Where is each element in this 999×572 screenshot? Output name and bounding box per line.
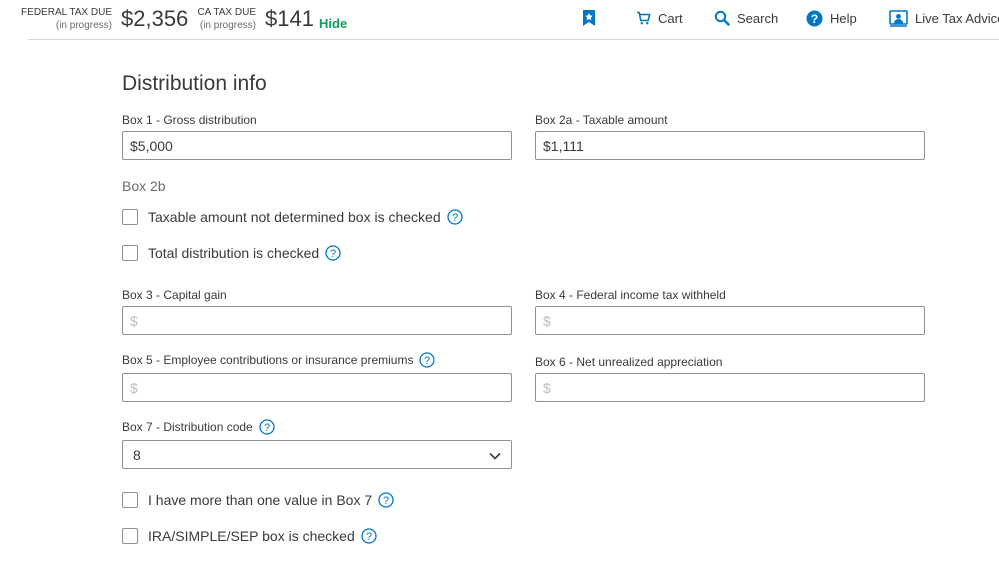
cart-button[interactable]: Cart — [636, 8, 683, 28]
question-mark-icon[interactable]: ? — [259, 419, 275, 435]
more-than-one-value-checkbox[interactable] — [122, 492, 138, 508]
taxable-not-determined-row: Taxable amount not determined box is che… — [122, 209, 463, 225]
ca-tax-title: CA TAX DUE — [197, 7, 256, 18]
cart-label: Cart — [658, 10, 683, 26]
box1-gross-distribution-input[interactable] — [122, 131, 512, 160]
total-distribution-label: Total distribution is checked — [148, 245, 320, 261]
taxable-not-determined-label: Taxable amount not determined box is che… — [148, 209, 441, 225]
svg-text:?: ? — [424, 355, 430, 367]
chevron-down-icon — [489, 447, 501, 463]
box1-label: Box 1 - Gross distribution — [122, 113, 257, 127]
box5-employee-contributions-input[interactable] — [122, 373, 512, 402]
live-tax-advice-label: Live Tax Advice — [915, 10, 999, 26]
search-button[interactable]: Search — [714, 8, 778, 28]
box7-label: Box 7 - Distribution code — [122, 420, 253, 434]
svg-text:?: ? — [452, 212, 458, 224]
federal-tax-amount: $2,356 — [121, 6, 189, 31]
box7-selected-value: 8 — [133, 446, 141, 463]
svg-text:?: ? — [264, 422, 270, 434]
live-advice-icon — [889, 9, 908, 27]
ira-simple-sep-checkbox[interactable] — [122, 528, 138, 544]
svg-text:?: ? — [330, 248, 336, 260]
box6-net-unrealized-appreciation-input[interactable] — [535, 373, 925, 402]
question-mark-icon[interactable]: ? — [361, 528, 377, 544]
hide-tax-link[interactable]: Hide — [319, 16, 347, 31]
bookmark-button[interactable] — [582, 8, 596, 28]
box6-label: Box 6 - Net unrealized appreciation — [535, 355, 723, 369]
help-button[interactable]: ? Help — [806, 8, 857, 28]
federal-tax-title: FEDERAL TAX DUE — [21, 7, 112, 18]
federal-tax-status: (in progress) — [55, 20, 112, 31]
taxable-not-determined-checkbox[interactable] — [122, 209, 138, 225]
box2a-label: Box 2a - Taxable amount — [535, 113, 668, 127]
cart-icon — [636, 11, 651, 25]
box7-distribution-code-select[interactable]: 8 — [122, 440, 512, 469]
box3-capital-gain-input[interactable] — [122, 306, 512, 335]
box4-federal-tax-withheld-input[interactable] — [535, 306, 925, 335]
search-icon — [714, 10, 730, 26]
svg-text:?: ? — [811, 11, 818, 25]
distribution-form: Distribution info Box 1 - Gross distribu… — [0, 40, 999, 572]
question-mark-icon[interactable]: ? — [378, 492, 394, 508]
live-tax-advice-button[interactable]: Live Tax Advice — [889, 8, 999, 28]
box2a-taxable-amount-input[interactable] — [535, 131, 925, 160]
box7-label-row: Box 7 - Distribution code ? — [122, 419, 275, 435]
total-distribution-row: Total distribution is checked ? — [122, 245, 341, 261]
box4-label: Box 4 - Federal income tax withheld — [535, 288, 726, 302]
federal-tax-label: FEDERAL TAX DUE (in progress) — [20, 6, 112, 32]
page-title: Distribution info — [122, 72, 267, 95]
total-distribution-checkbox[interactable] — [122, 245, 138, 261]
svg-text:?: ? — [366, 531, 372, 543]
help-icon: ? — [806, 10, 823, 27]
help-label: Help — [830, 10, 857, 26]
question-mark-icon[interactable]: ? — [325, 245, 341, 261]
ca-tax-amount: $141 — [265, 6, 314, 31]
ira-simple-sep-label: IRA/SIMPLE/SEP box is checked — [148, 528, 355, 544]
ira-simple-sep-row: IRA/SIMPLE/SEP box is checked ? — [122, 528, 377, 544]
box5-label-row: Box 5 - Employee contributions or insura… — [122, 352, 436, 368]
more-than-one-value-row: I have more than one value in Box 7 ? — [122, 492, 394, 508]
question-mark-icon[interactable]: ? — [446, 209, 463, 225]
box5-label: Box 5 - Employee contributions or insura… — [122, 353, 414, 367]
box3-label: Box 3 - Capital gain — [122, 288, 227, 302]
box2b-label: Box 2b — [122, 178, 166, 194]
ca-tax-label: CA TAX DUE (in progress) — [192, 6, 256, 32]
top-bar: FEDERAL TAX DUE (in progress) $2,356 CA … — [0, 0, 999, 40]
question-mark-icon[interactable]: ? — [419, 352, 436, 368]
more-than-one-value-label: I have more than one value in Box 7 — [148, 492, 373, 508]
svg-text:?: ? — [383, 495, 389, 507]
bookmark-icon — [582, 9, 596, 27]
ca-tax-status: (in progress) — [199, 20, 256, 31]
search-label: Search — [737, 10, 779, 26]
